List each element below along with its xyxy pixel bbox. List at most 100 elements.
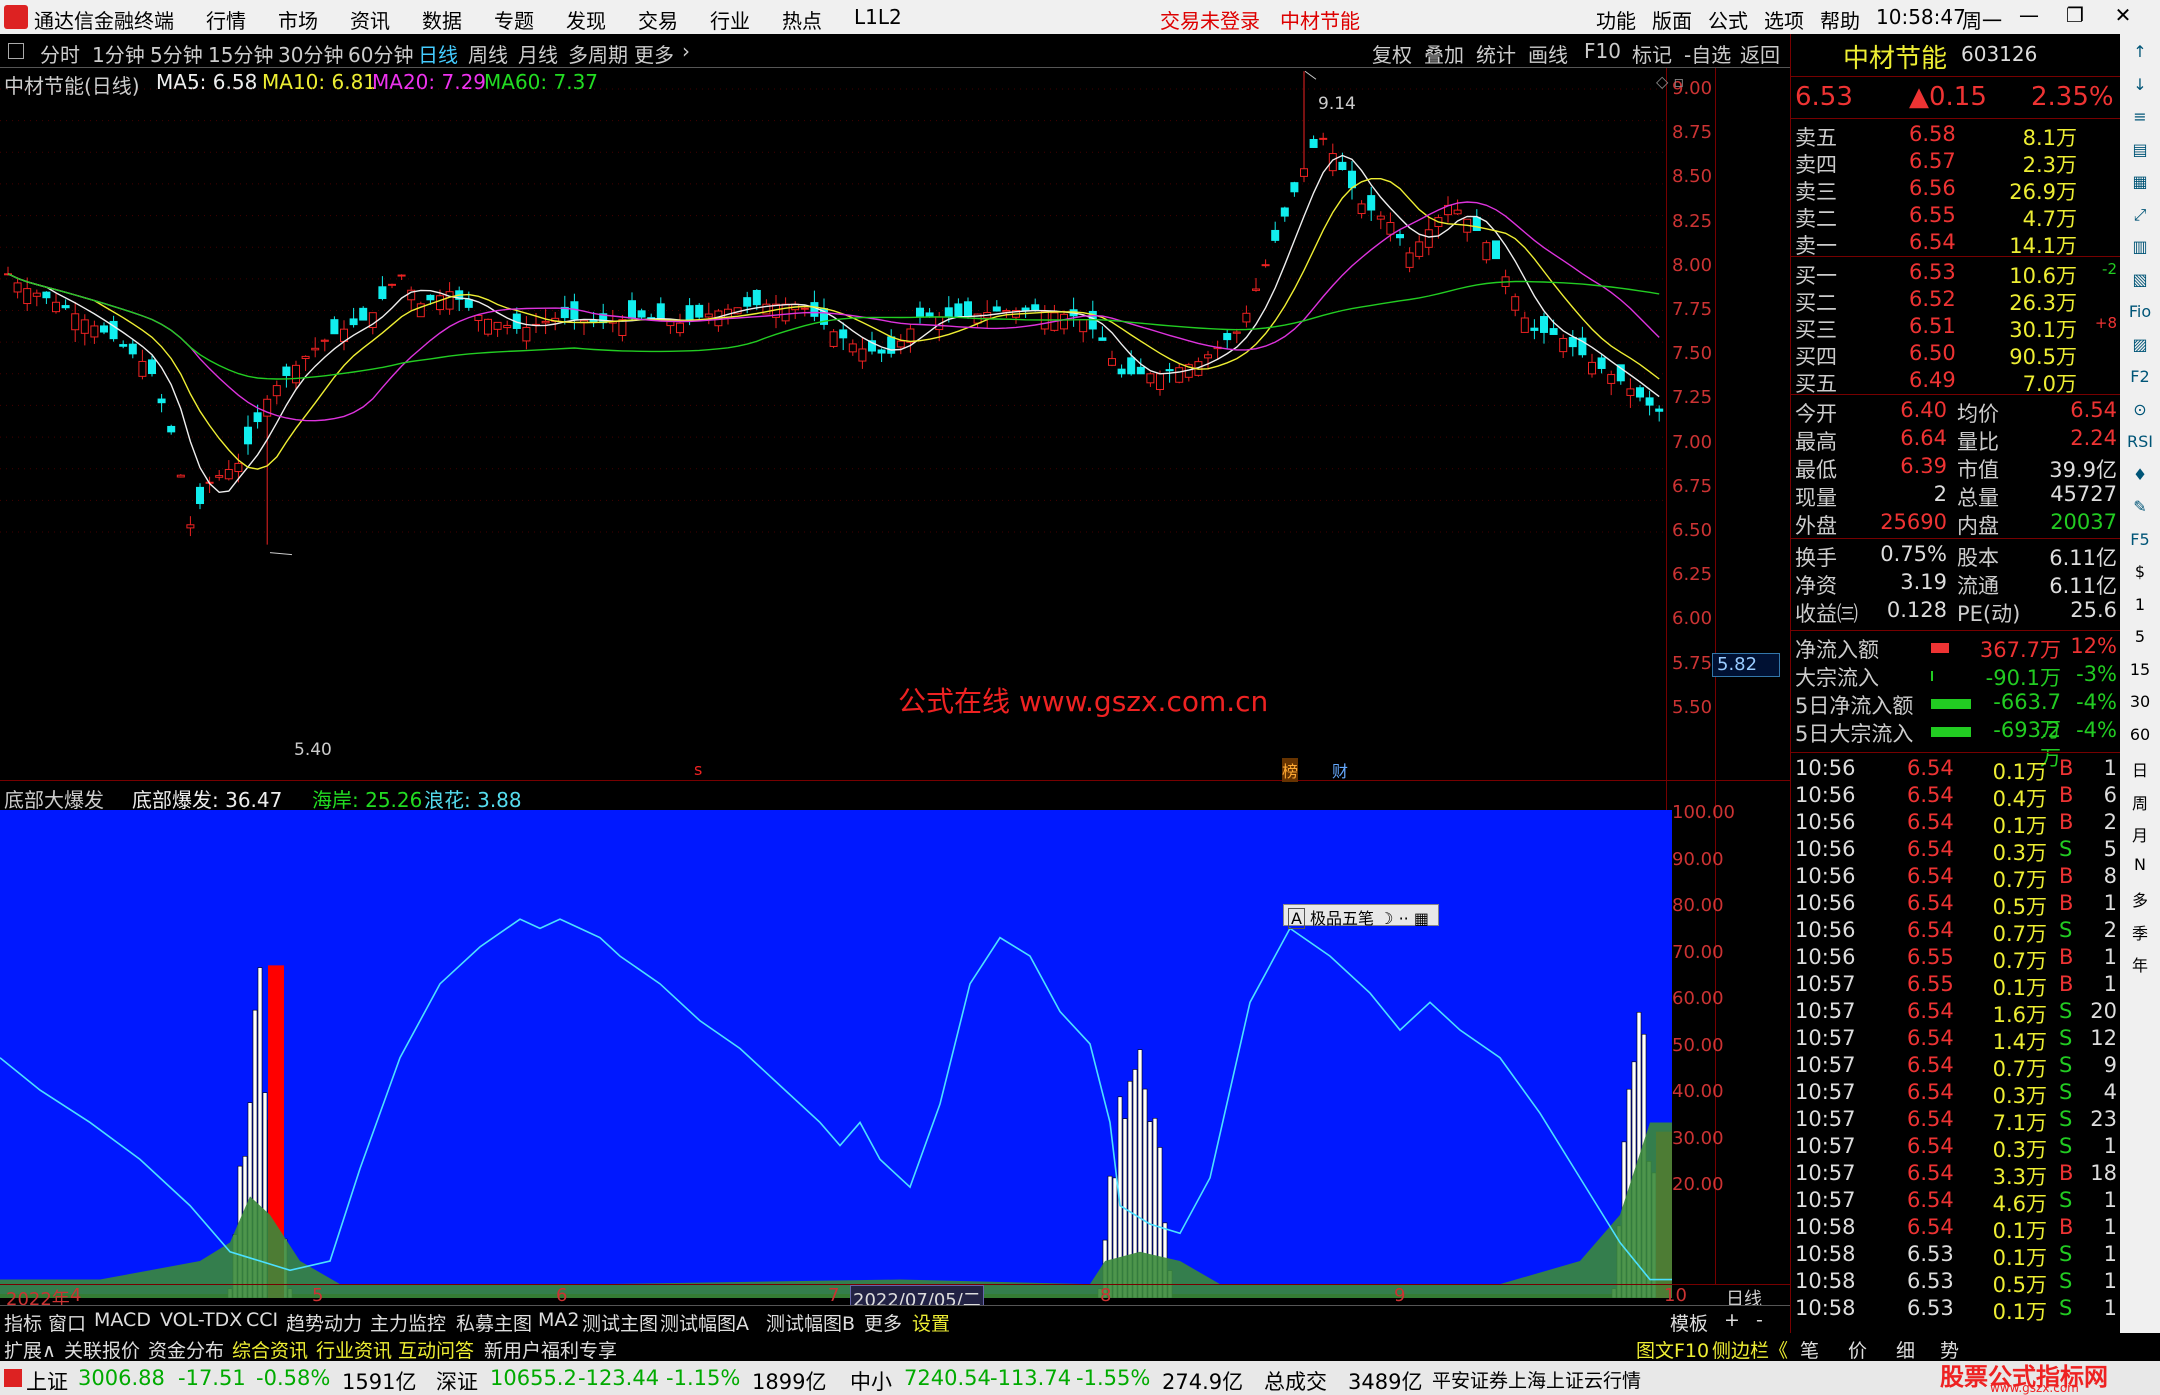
ime-toolbar[interactable]: A 极品五笔 ☽ ·· ▦ [1283, 904, 1439, 926]
info-tab[interactable]: 新用户福利专享 [484, 1336, 617, 1363]
tool-tongji[interactable]: 统计 [1476, 39, 1516, 68]
menu-gongneng[interactable]: 功能 [1596, 5, 1636, 34]
asks-row[interactable]: 卖二 6.55 4.7万 [1791, 203, 2121, 230]
asks-row[interactable]: 卖一 6.54 14.1万 [1791, 230, 2121, 257]
menu-banmian[interactable]: 版面 [1652, 5, 1692, 34]
layout-toggle-icon[interactable] [8, 43, 24, 59]
indicator-tab[interactable]: CCI [246, 1309, 278, 1331]
menu-shichang[interactable]: 市场 [278, 5, 318, 34]
maximize-icon[interactable]: ❐ [2060, 3, 2090, 31]
indicator-tab-right[interactable]: - [1756, 1309, 1763, 1331]
bang-marker[interactable]: 榜 [1282, 758, 1298, 782]
indicator-tab[interactable]: 趋势动力 [286, 1309, 362, 1336]
sidebar-button[interactable]: ≡ [2126, 107, 2154, 131]
menu-shuju[interactable]: 数据 [422, 5, 462, 34]
period-multi[interactable]: 多周期 [568, 39, 628, 68]
ime-a-icon[interactable]: A [1288, 908, 1305, 929]
indicator-tab[interactable]: 更多 [864, 1309, 902, 1336]
menu-jiaoyi[interactable]: 交易 [638, 5, 678, 34]
sidebar-button[interactable]: Fio [2126, 302, 2154, 326]
asks-row[interactable]: 卖五 6.58 8.1万 [1791, 122, 2121, 149]
tool-diejia[interactable]: 叠加 [1424, 39, 1464, 68]
sidebar-button[interactable]: 15 [2126, 660, 2154, 684]
period-30min[interactable]: 30分钟 [278, 39, 343, 68]
indicator-tab[interactable]: MACD [94, 1309, 151, 1331]
sidebar-button[interactable]: RSI [2126, 432, 2154, 456]
period-fenshi[interactable]: 分时 [40, 39, 80, 68]
info-tab[interactable]: 关联报价 [64, 1336, 140, 1363]
tool-fanhui[interactable]: 返回 [1740, 39, 1780, 68]
menu-zixun[interactable]: 资讯 [350, 5, 390, 34]
panel-close-icon[interactable]: ◇ ▫ [1656, 72, 1684, 91]
indicator-tab[interactable]: 窗口 [48, 1309, 86, 1336]
period-60min[interactable]: 60分钟 [348, 39, 413, 68]
bids-row[interactable]: 买四 6.50 90.5万 [1791, 341, 2121, 368]
menu-hangye[interactable]: 行业 [710, 5, 750, 34]
indicator-tab[interactable]: MA2 [538, 1309, 579, 1331]
period-daily[interactable]: 日线 [418, 39, 458, 68]
indicator-tab[interactable]: 测试幅图B [766, 1309, 855, 1336]
period-1min[interactable]: 1分钟 [92, 39, 145, 68]
menu-hangqing[interactable]: 行情 [206, 5, 246, 34]
sidebar-button[interactable]: ▦ [2126, 172, 2154, 196]
menu-xuanxiang[interactable]: 选项 [1764, 5, 1804, 34]
sidebar-button[interactable]: 季 [2126, 920, 2154, 944]
menu-l1l2[interactable]: L1L2 [854, 5, 902, 29]
bids-row[interactable]: 买二 6.52 26.3万 [1791, 287, 2121, 314]
bids-row[interactable]: 买一 6.53 10.6万 -2 [1791, 260, 2121, 287]
indicator-tab-right[interactable]: + [1724, 1309, 1740, 1331]
period-weekly[interactable]: 周线 [468, 39, 508, 68]
cai-marker[interactable]: 财 [1332, 758, 1348, 782]
info-tab[interactable]: 扩展∧ [4, 1336, 56, 1363]
kline-chart-panel[interactable]: 中材节能(日线) MA5: 6.58 MA10: 6.81 MA20: 7.29… [0, 68, 1715, 780]
sidebar-button[interactable]: ▧ [2126, 270, 2154, 294]
indicator-tab[interactable]: 测试主图 [582, 1309, 658, 1336]
info-tab-right[interactable]: 侧边栏《 [1712, 1336, 1788, 1363]
tool-biaoji[interactable]: 标记 [1632, 39, 1672, 68]
asks-row[interactable]: 卖四 6.57 2.3万 [1791, 149, 2121, 176]
menu-gongshi[interactable]: 公式 [1708, 5, 1748, 34]
sidebar-button[interactable]: 30 [2126, 692, 2154, 716]
sidebar-button[interactable]: $ [2126, 562, 2154, 586]
sidebar-button[interactable]: ▥ [2126, 237, 2154, 261]
menu-zhuanti[interactable]: 专题 [494, 5, 534, 34]
info-tab-right[interactable]: 笔 [1800, 1336, 1819, 1363]
sidebar-button[interactable]: ✎ [2126, 497, 2154, 521]
sh-name[interactable]: 上证 [26, 1366, 68, 1395]
sidebar-button[interactable]: 年 [2126, 952, 2154, 976]
chevron-right-icon[interactable]: › [682, 39, 690, 63]
period-more[interactable]: 更多 [634, 39, 674, 68]
indicator-tab[interactable]: 指标 [4, 1309, 42, 1336]
sidebar-button[interactable]: ⊙ [2126, 400, 2154, 424]
tool-huaxian[interactable]: 画线 [1528, 39, 1568, 68]
period-5min[interactable]: 5分钟 [150, 39, 203, 68]
indicator-tab[interactable]: 测试幅图A [660, 1309, 749, 1336]
sidebar-button[interactable]: ↓ [2126, 75, 2154, 99]
sidebar-button[interactable]: ⤢ [2126, 205, 2154, 229]
indicator-tab[interactable]: VOL-TDX [160, 1309, 242, 1331]
menu-bangzhu[interactable]: 帮助 [1820, 5, 1860, 34]
sidebar-button[interactable]: F5 [2126, 530, 2154, 554]
sidebar-button[interactable]: 日 [2126, 757, 2154, 781]
indicator-panel[interactable]: 底部大爆发 底部爆发: 36.47 海岸: 25.26 浪花: 3.88 [0, 784, 1715, 1284]
indicator-tab-right[interactable]: 模板 [1670, 1309, 1708, 1336]
sz-name[interactable]: 深证 [436, 1366, 478, 1395]
sidebar-button[interactable]: 月 [2126, 822, 2154, 846]
indicator-tab[interactable]: 设置 [912, 1309, 950, 1336]
asks-row[interactable]: 卖三 6.56 26.9万 [1791, 176, 2121, 203]
period-15min[interactable]: 15分钟 [208, 39, 273, 68]
sidebar-button[interactable]: 5 [2126, 627, 2154, 651]
info-tab-right[interactable]: 图文F10 [1636, 1336, 1709, 1363]
tool-zixuan[interactable]: -自选 [1684, 39, 1731, 68]
minimize-icon[interactable]: — [2014, 3, 2044, 31]
period-monthly[interactable]: 月线 [518, 39, 558, 68]
info-tab[interactable]: 综合资讯 [232, 1336, 308, 1363]
close-icon[interactable]: ✕ [2108, 3, 2138, 31]
zx-name[interactable]: 中小 [850, 1366, 892, 1395]
tool-f10[interactable]: F10 [1584, 39, 1621, 63]
indicator-tab[interactable]: 主力监控 [370, 1309, 446, 1336]
menu-redian[interactable]: 热点 [782, 5, 822, 34]
info-tab[interactable]: 行业资讯 [316, 1336, 392, 1363]
sidebar-button[interactable]: ▨ [2126, 335, 2154, 359]
bids-row[interactable]: 买三 6.51 30.1万 +8 [1791, 314, 2121, 341]
